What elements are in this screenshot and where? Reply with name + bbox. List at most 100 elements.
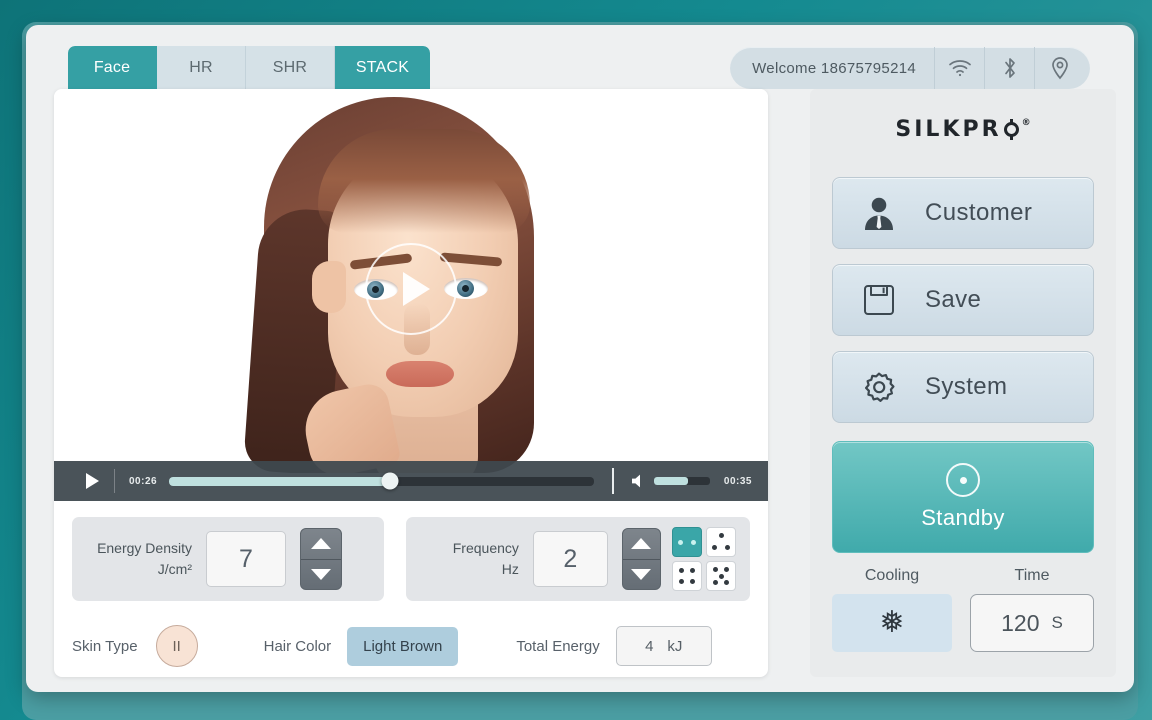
tab-face-label: Face — [93, 59, 131, 76]
play-icon-small — [85, 473, 99, 489]
skin-type-value[interactable]: II — [155, 625, 198, 667]
seek-slider[interactable] — [169, 472, 594, 490]
power-icon — [946, 463, 980, 497]
bluetooth-icon[interactable] — [984, 47, 1034, 89]
volume-divider — [611, 468, 614, 494]
seek-fill — [169, 476, 390, 486]
tab-stack[interactable]: STACK — [335, 46, 430, 90]
dice-dot — [678, 579, 684, 585]
arrow-down-icon — [311, 568, 331, 580]
volume-slider[interactable] — [653, 477, 710, 485]
location-icon[interactable] — [1034, 47, 1084, 89]
seek-handle[interactable] — [381, 472, 399, 490]
system-button[interactable]: System — [832, 351, 1094, 423]
welcome-text: Welcome 18675795214 — [752, 59, 916, 77]
energy-decrease-button[interactable] — [301, 560, 341, 590]
time-box[interactable]: 120 S — [970, 594, 1094, 652]
hair-fringe-shape — [318, 129, 530, 233]
frequency-label: Frequency Hz — [420, 538, 533, 580]
tab-shr[interactable]: SHR — [246, 46, 335, 90]
speaker-icon — [631, 474, 640, 488]
customer-label: Customer — [925, 199, 1033, 226]
wifi-icon[interactable] — [934, 47, 984, 89]
pulse-mode-3-button[interactable] — [706, 527, 737, 557]
frequency-increase-button[interactable] — [622, 529, 661, 560]
dice-dot — [712, 545, 718, 551]
play-overlay-button[interactable] — [365, 243, 457, 335]
dice-dot — [690, 567, 696, 573]
frequency-card: Frequency Hz 2 — [406, 517, 750, 601]
total-energy-unit: kJ — [667, 637, 683, 655]
dice-dot — [712, 567, 718, 573]
tab-strip: Face HR SHR STACK — [68, 46, 430, 90]
skin-type-label: Skin Type — [72, 637, 138, 655]
dice-dot — [690, 539, 696, 545]
time-value: 120 — [1001, 609, 1040, 636]
user-icon — [833, 194, 925, 232]
system-label: System — [925, 373, 1008, 400]
time-label: Time — [1014, 567, 1050, 584]
save-label: Save — [925, 286, 982, 313]
energy-density-card: Energy Density J/cm² 7 — [72, 517, 384, 601]
control-sidebar: SILKPR ® Customer Save System Standby Co… — [810, 89, 1116, 677]
snowflake-icon: ❅ — [879, 606, 905, 639]
play-icon — [402, 272, 430, 306]
frequency-value[interactable]: 2 — [532, 531, 608, 587]
frequency-label-line1: Frequency — [452, 540, 519, 556]
dice-dot — [718, 573, 724, 579]
total-energy-value: 4 — [645, 637, 654, 655]
customer-button[interactable]: Customer — [832, 177, 1094, 249]
save-button[interactable]: Save — [832, 264, 1094, 336]
video-player[interactable] — [54, 89, 768, 473]
power-icon-core — [959, 476, 967, 484]
treatment-panel: 00:26 00:35 Energy Density J/cm² 7 Frequ… — [54, 89, 768, 677]
standby-button[interactable]: Standby — [832, 441, 1094, 553]
pulse-mode-2-button[interactable] — [672, 527, 703, 557]
arrow-down-icon — [631, 568, 652, 580]
hair-color-label: Hair Color — [263, 637, 332, 655]
dice-dot — [678, 539, 684, 545]
energy-density-stepper — [300, 528, 342, 590]
pupil-right — [462, 285, 469, 292]
energy-density-label-line2: J/cm² — [157, 561, 192, 577]
pulse-mode-5-button[interactable] — [706, 561, 737, 591]
hair-color-value[interactable]: Light Brown — [347, 626, 459, 666]
current-time: 00:26 — [129, 475, 158, 487]
energy-density-value[interactable]: 7 — [206, 531, 286, 587]
tab-hr[interactable]: HR — [157, 46, 246, 90]
dice-dot — [724, 579, 730, 585]
registered-mark: ® — [1021, 118, 1031, 128]
play-pause-button[interactable] — [70, 473, 114, 489]
parameter-row: Energy Density J/cm² 7 Frequency Hz 2 — [72, 517, 750, 601]
energy-density-label: Energy Density J/cm² — [86, 538, 206, 580]
volume-fill — [653, 477, 688, 485]
cooling-button[interactable]: ❅ — [832, 594, 952, 652]
tab-hr-label: HR — [189, 59, 213, 76]
top-bar: Face HR SHR STACK Welcome 18675795214 — [26, 25, 1134, 91]
floppy-disk-icon — [833, 282, 925, 318]
video-control-bar: 00:26 00:35 — [54, 461, 768, 501]
tab-face[interactable]: Face — [68, 46, 157, 90]
standby-label: Standby — [921, 505, 1005, 530]
total-energy-label: Total Energy — [516, 637, 600, 655]
frequency-label-line2: Hz — [501, 561, 519, 577]
energy-increase-button[interactable] — [301, 529, 341, 560]
arrow-up-icon — [631, 538, 652, 550]
dice-dot — [712, 579, 718, 585]
frequency-stepper — [621, 528, 662, 590]
frequency-decrease-button[interactable] — [623, 560, 660, 590]
energy-density-label-line1: Energy Density — [97, 540, 192, 556]
total-energy-box[interactable]: 4 kJ — [615, 626, 712, 666]
iris-right — [457, 280, 474, 297]
dice-dot — [690, 579, 696, 585]
pulse-mode-4-button[interactable] — [672, 561, 703, 591]
total-time: 00:35 — [723, 475, 752, 487]
arrow-up-icon — [311, 538, 331, 550]
dice-dot — [678, 567, 684, 573]
status-bar: Welcome 18675795214 — [730, 47, 1090, 89]
mute-button[interactable] — [630, 473, 647, 489]
ear-shape — [312, 261, 346, 313]
lips-shape — [386, 361, 454, 387]
settings-row: Skin Type II Hair Color Light Brown Tota… — [72, 617, 750, 675]
tab-shr-label: SHR — [272, 59, 308, 76]
